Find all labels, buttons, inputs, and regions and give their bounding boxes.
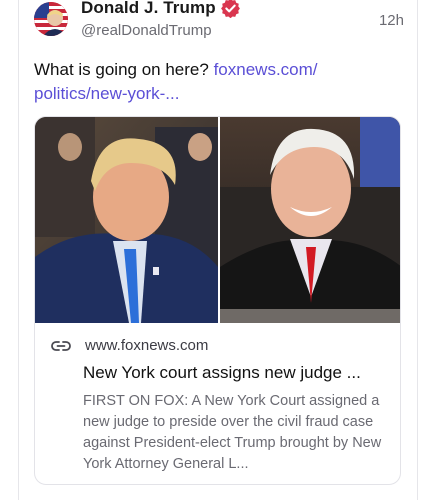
card-image-left	[35, 117, 218, 323]
post-timestamp[interactable]: 12h	[379, 12, 404, 29]
post-body-text: What is going on here?	[34, 60, 209, 79]
author-avatar[interactable]	[34, 2, 68, 36]
card-domain-row: www.foxnews.com	[51, 337, 208, 354]
link-preview-card[interactable]: www.foxnews.com New York court assigns n…	[34, 116, 401, 485]
card-media[interactable]	[35, 117, 400, 323]
author-handle[interactable]: @realDonaldTrump	[81, 22, 212, 39]
card-domain: www.foxnews.com	[85, 337, 209, 354]
post-text: What is going on here? foxnews.com/ poli…	[34, 58, 394, 106]
avatar-flag-portrait-icon	[34, 2, 68, 36]
author-display-name[interactable]: Donald J. Trump	[81, 0, 216, 18]
verified-badge-icon	[220, 0, 240, 18]
author-name-row: Donald J. Trump	[81, 0, 240, 18]
card-title[interactable]: New York court assigns new judge ...	[83, 363, 393, 383]
card-image-right	[220, 117, 400, 323]
photo-courtroom-man-icon	[35, 117, 218, 323]
card-description: FIRST ON FOX: A New York Court assigned …	[83, 393, 382, 472]
link-icon	[51, 340, 71, 351]
post-header: Donald J. Trump @realDonaldTrump 12h	[34, 0, 404, 46]
photo-judge-portrait-icon	[220, 117, 400, 323]
